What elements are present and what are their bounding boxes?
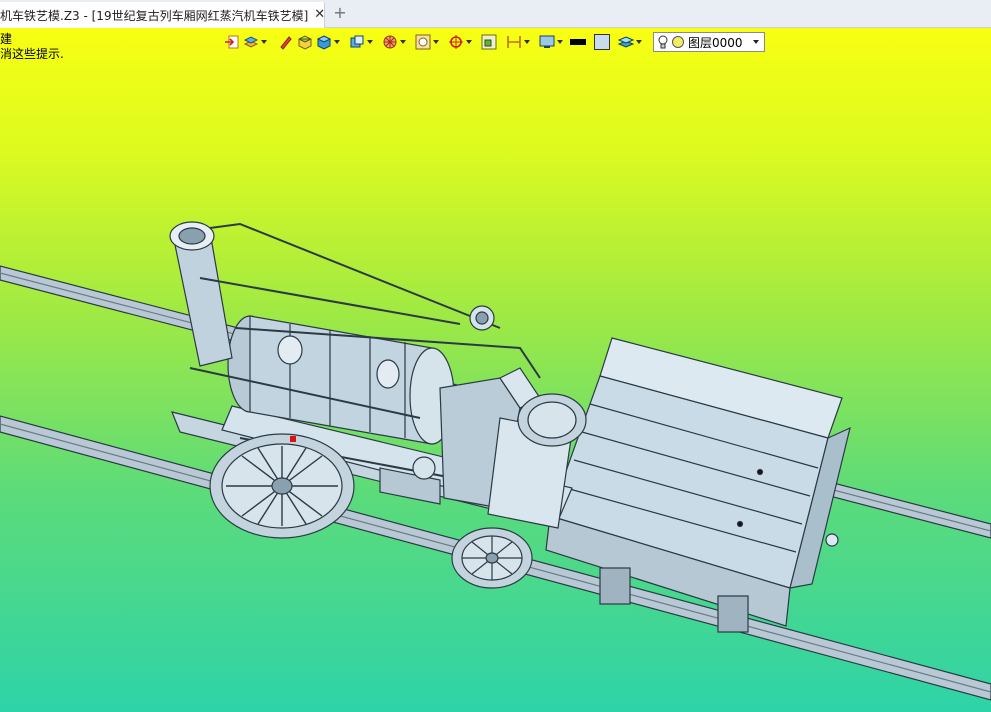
chevron-down-icon	[753, 40, 759, 44]
layers-stack-icon	[243, 36, 259, 48]
document-tab[interactable]: 机车铁艺模.Z3 - [19世纪复古列车厢网红蒸汽机车铁艺模] ✕	[0, 2, 325, 28]
display-button[interactable]	[539, 31, 563, 53]
dimension-button[interactable]	[506, 31, 530, 53]
view-cube-icon	[350, 35, 364, 48]
display-monitor-icon	[539, 35, 555, 48]
document-tab-bar: 机车铁艺模.Z3 - [19世纪复古列车厢网红蒸汽机车铁艺模] ✕ +	[0, 0, 991, 28]
exit-sketch-button[interactable]	[224, 31, 240, 53]
snap-button[interactable]	[448, 31, 472, 53]
layer-select-value: 图层0000	[688, 35, 743, 50]
frame-icon	[415, 34, 431, 50]
cube-icon	[316, 35, 332, 50]
front-wheel	[451, 527, 533, 589]
view-cube-button[interactable]	[349, 31, 373, 53]
fill-color-swatch[interactable]	[594, 34, 610, 50]
chimney	[169, 221, 233, 367]
chevron-down-icon	[557, 40, 563, 44]
middle-wheel	[517, 393, 587, 447]
exit-sketch-icon	[225, 35, 239, 49]
shaded-box-button[interactable]	[297, 31, 313, 53]
solid-cube-button[interactable]	[316, 31, 340, 53]
chevron-down-icon	[334, 40, 340, 44]
chevron-down-icon	[433, 40, 439, 44]
chevron-down-icon	[466, 40, 472, 44]
chevron-down-icon	[367, 40, 373, 44]
document-tab-title: 机车铁艺模.Z3 - [19世纪复古列车厢网红蒸汽机车铁艺模]	[0, 8, 309, 23]
zoom-box-button[interactable]	[481, 31, 497, 53]
close-icon[interactable]: ✕	[314, 8, 324, 22]
snap-target-icon	[449, 35, 463, 49]
gear-render-icon	[383, 35, 397, 49]
dimension-icon	[507, 36, 521, 48]
chevron-down-icon	[400, 40, 406, 44]
sketch-button[interactable]	[278, 31, 294, 53]
red-marker	[290, 436, 296, 442]
frame-button[interactable]	[415, 31, 439, 53]
layer-manager-button[interactable]	[618, 31, 642, 53]
locomotive-model[interactable]	[0, 28, 991, 712]
layer-color-icon	[672, 36, 684, 48]
3d-viewport[interactable]: 建 消这些提示. 图层0000	[0, 28, 991, 712]
render-style-button[interactable]	[382, 31, 406, 53]
rear-driving-wheel	[209, 433, 355, 539]
lightbulb-icon	[658, 35, 668, 49]
pencil-icon	[280, 36, 292, 50]
zoom-box-icon	[481, 34, 497, 50]
new-tab-button[interactable]: +	[332, 5, 348, 21]
layer-select[interactable]: 图层0000	[653, 32, 765, 52]
chevron-down-icon	[524, 40, 530, 44]
chevron-down-icon	[636, 40, 642, 44]
layers-stack-button[interactable]	[243, 31, 267, 53]
line-color-swatch[interactable]	[570, 39, 586, 45]
view-toolbar: 图层0000	[224, 30, 765, 54]
chevron-down-icon	[261, 40, 267, 44]
shaded-box-icon	[298, 35, 312, 50]
layer-manager-icon	[618, 36, 634, 48]
